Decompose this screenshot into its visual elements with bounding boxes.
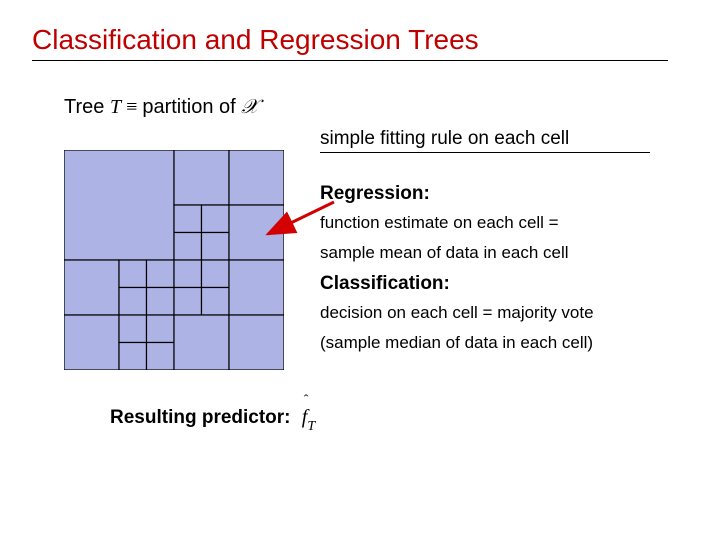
regression-line-1: function estimate on each cell =	[320, 213, 700, 233]
right-column: simple fitting rule on each cell Regress…	[320, 128, 700, 363]
tree-prefix: Tree	[64, 96, 110, 118]
classification-line-1: decision on each cell = majority vote	[320, 303, 700, 323]
equiv-symbol: ≡	[121, 96, 142, 118]
classification-line-2: (sample median of data in each cell)	[320, 333, 700, 353]
slide-title: Classification and Regression Trees	[32, 24, 668, 61]
predictor-label: Resulting predictor:	[110, 407, 291, 428]
tree-definition-line: Tree T ≡ partition of 𝒳	[64, 96, 259, 119]
partition-diagram	[64, 150, 284, 370]
predictor-symbol: ˆ fT	[302, 406, 315, 433]
subscript-T: T	[307, 419, 315, 434]
classification-heading: Classification:	[320, 273, 700, 295]
resulting-predictor-line: Resulting predictor: ˆ fT	[110, 406, 315, 433]
partition-text: partition of	[142, 96, 241, 118]
regression-heading: Regression:	[320, 183, 700, 205]
space-symbol-X: 𝒳	[241, 96, 258, 118]
hat-symbol: ˆ	[304, 393, 309, 409]
tree-symbol-T: T	[110, 96, 121, 118]
regression-line-2: sample mean of data in each cell	[320, 243, 700, 263]
fitting-rule-text: simple fitting rule on each cell	[320, 128, 650, 153]
